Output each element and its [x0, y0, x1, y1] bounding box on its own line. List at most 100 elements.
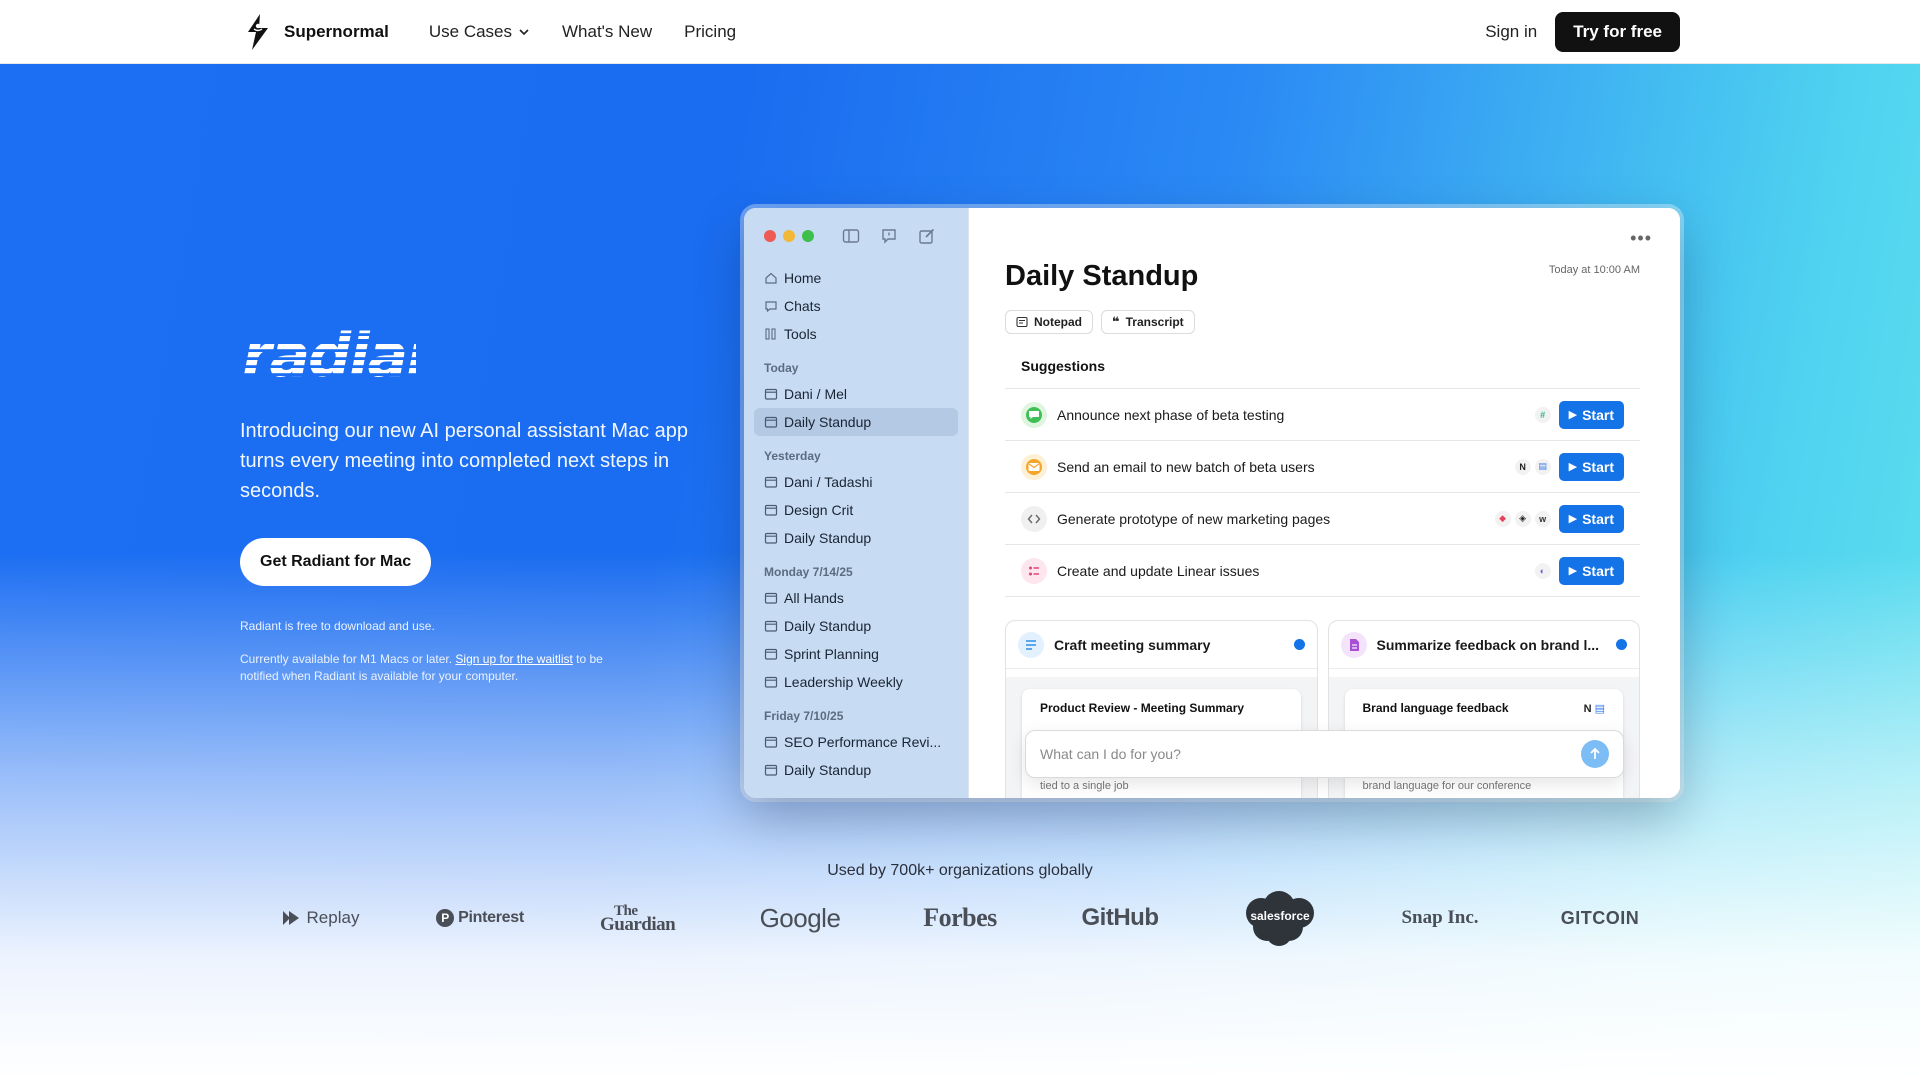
suggestion-row[interactable]: Generate prototype of new marketing page… — [1005, 493, 1640, 545]
nav-whats-new[interactable]: What's New — [562, 22, 652, 42]
notion-icon: N — [1514, 458, 1531, 475]
github-logo: GitHub — [1081, 904, 1159, 931]
suggestion-text: Announce next phase of beta testing — [1057, 406, 1285, 423]
guardian-wordmark: The Guardian — [600, 903, 677, 933]
sign-in-link[interactable]: Sign in — [1483, 14, 1539, 50]
sidebar-meeting-item[interactable]: Dani / Mel — [754, 380, 958, 408]
sidebar-item-label: Tools — [784, 326, 817, 342]
close-window-button[interactable] — [764, 230, 776, 242]
sidebar-item-label: SEO Performance Revi... — [784, 734, 942, 750]
sidebar-nav-home[interactable]: Home — [754, 264, 958, 292]
gitcoin-logo: GITCOIN — [1560, 907, 1640, 928]
sidebar-meeting-item[interactable]: Dani / Tadashi — [754, 468, 958, 496]
sidebar-section-label: Friday 7/10/25 — [764, 709, 844, 723]
start-button[interactable]: ▶ Start — [1558, 504, 1624, 533]
start-button[interactable]: ▶ Start — [1558, 452, 1624, 481]
docs-icon: ▤ — [1534, 458, 1551, 475]
guardian-logo: The Guardian — [560, 903, 720, 933]
arrow-up-icon — [1590, 747, 1600, 759]
suggestion-text: Send an email to new batch of beta users — [1057, 458, 1315, 475]
suggestion-row[interactable]: Announce next phase of beta testing # ▶ Sta… — [1005, 389, 1640, 441]
nav-use-cases-label: Use Cases — [428, 22, 512, 41]
sidebar-item-label: All Hands — [784, 590, 844, 606]
start-button-label: Start — [1582, 562, 1614, 579]
sidebar-section-label: Yesterday — [764, 449, 821, 463]
status-dot — [1616, 639, 1627, 650]
salesforce-logo: salesforce — [1200, 889, 1360, 947]
brand-name: Supernormal — [284, 22, 389, 41]
sidebar-toggle-icon[interactable] — [842, 227, 860, 245]
window-controls — [764, 230, 814, 242]
prompt-box — [1025, 730, 1624, 778]
sidebar-meeting-item[interactable]: Sprint Planning — [754, 640, 958, 668]
radiant-logo: radiant — [242, 321, 416, 390]
sidebar-nav-tools[interactable]: Tools — [754, 320, 958, 348]
task-card-title: Summarize feedback on brand l... — [1376, 636, 1600, 653]
availability-note-pre: Currently available for M1 Macs or later… — [240, 652, 456, 666]
calendar-icon — [764, 476, 778, 488]
try-for-free-button[interactable]: Try for free — [1555, 12, 1680, 52]
code-icon — [1021, 505, 1047, 532]
calendar-icon — [764, 620, 778, 632]
sidebar-meeting-item[interactable]: Leadership Weekly — [754, 668, 958, 696]
notion-docs-icons: N ▤ — [1583, 702, 1605, 715]
start-button[interactable]: ▶ Start — [1558, 400, 1624, 429]
sidebar-list: Home Chats Tools Today Dani / Mel Daily Stand… — [754, 264, 958, 784]
sidebar-section-label: Monday 7/14/25 — [764, 565, 853, 579]
sidebar-meeting-item[interactable]: SEO Performance Revi... — [754, 728, 958, 756]
sidebar-nav-chats[interactable]: Chats — [754, 292, 958, 320]
replay-logo-text: Replay — [306, 908, 360, 927]
transcript-chip-label: Transcript — [1125, 315, 1184, 329]
start-button-label: Start — [1582, 406, 1614, 423]
doc-pane: ••• Daily Standup Today at 10:00 AM Note… — [968, 208, 1680, 798]
prompt-input[interactable] — [1040, 746, 1581, 762]
get-radiant-button[interactable]: Get Radiant for Mac — [240, 538, 432, 586]
play-icon: ▶ — [1568, 461, 1578, 473]
chat-bubble-icon[interactable] — [880, 227, 898, 245]
preview-title: Brand language feedback — [1362, 701, 1509, 715]
suggestion-row[interactable]: Send an email to new batch of beta users… — [1005, 441, 1640, 493]
sidebar-meeting-item[interactable]: Daily Standup — [754, 756, 958, 784]
top-nav: Supernormal Use Cases What's New Pricing… — [0, 0, 1920, 64]
play-icon: ▶ — [1568, 565, 1578, 577]
sidebar-meeting-item[interactable]: Daily Standup — [754, 408, 958, 436]
sidebar-meeting-item[interactable]: Daily Standup — [754, 612, 958, 640]
more-options-icon[interactable]: ••• — [1630, 228, 1652, 249]
suggestion-row[interactable]: Create and update Linear issues ◐ ▶ Start — [1005, 545, 1640, 597]
sidebar-meeting-item[interactable]: Daily Standup — [754, 524, 958, 552]
waitlist-link[interactable]: Sign up for the waitlist — [455, 652, 572, 666]
calendar-icon — [764, 388, 778, 400]
salesforce-cloud: salesforce — [1246, 891, 1314, 946]
linear-icon: ◐ — [1534, 562, 1551, 579]
notepad-chip[interactable]: Notepad — [1005, 310, 1093, 334]
sidebar-item-label: Sprint Planning — [784, 646, 879, 662]
start-button[interactable]: ▶ Start — [1558, 556, 1624, 585]
start-button-label: Start — [1582, 510, 1614, 527]
sidebar-meeting-item[interactable]: Design Crit — [754, 496, 958, 524]
pinterest-logo-text: Pinterest — [458, 909, 524, 926]
sidebar-item-label: Dani / Mel — [784, 386, 848, 402]
sidebar-item-label: Dani / Tadashi — [784, 474, 873, 490]
zoom-window-button[interactable] — [802, 230, 814, 242]
calendar-icon — [764, 416, 778, 428]
suggestion-text: Create and update Linear issues — [1057, 562, 1260, 579]
nav-use-cases[interactable]: Use Cases — [429, 22, 530, 42]
send-button[interactable] — [1581, 740, 1609, 768]
home-icon — [765, 272, 777, 284]
sidebar-item-label: Daily Standup — [784, 618, 872, 634]
minimize-window-button[interactable] — [783, 230, 795, 242]
sidebar-item-label: Chats — [784, 298, 821, 314]
brand[interactable]: Supernormal — [240, 12, 389, 52]
calendar-icon — [764, 648, 778, 660]
chat-icon — [1021, 401, 1047, 428]
transcript-chip[interactable]: ❝ Transcript — [1101, 310, 1195, 334]
play-icon: ▶ — [1568, 409, 1578, 421]
sidebar-meeting-item[interactable]: All Hands — [754, 584, 958, 612]
compose-icon[interactable] — [918, 227, 936, 245]
svg-text:salesforce: salesforce — [1250, 909, 1310, 923]
app-sidebar: Home Chats Tools Today Dani / Mel Daily Stand… — [744, 208, 968, 798]
nav-pricing[interactable]: Pricing — [684, 22, 736, 42]
suggestions-heading: Suggestions — [1021, 358, 1106, 374]
webflow-icon: w — [1534, 510, 1551, 527]
slack-icon: # — [1534, 406, 1551, 423]
